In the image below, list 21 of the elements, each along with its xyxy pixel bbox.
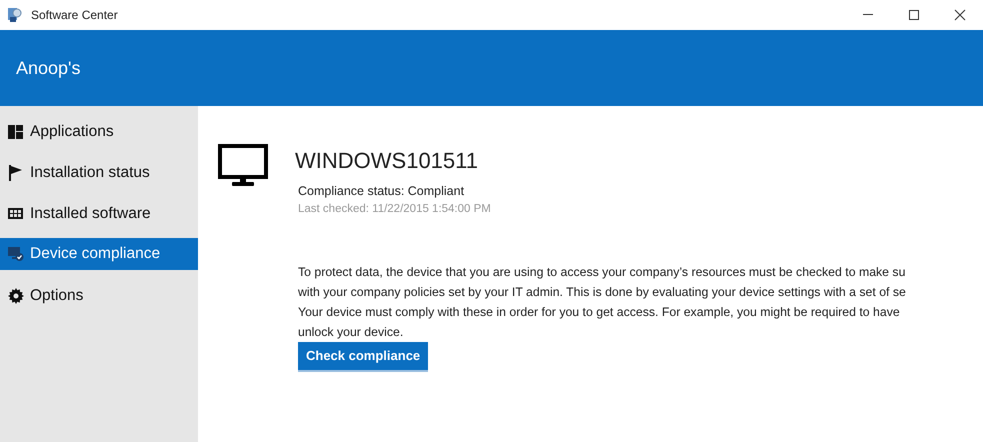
gear-icon xyxy=(8,288,24,304)
flag-icon xyxy=(8,164,24,180)
compliance-status: Compliance status: Compliant xyxy=(298,183,466,200)
check-compliance-button[interactable]: Check compliance xyxy=(298,342,428,370)
table-icon xyxy=(8,206,24,222)
sidebar-item[interactable]: Applications xyxy=(0,111,198,152)
last-checked: Last checked: 11/22/2015 1:54:00 PM xyxy=(298,202,492,217)
sidebar-item[interactable]: Device compliance xyxy=(0,238,198,270)
device-check-icon xyxy=(8,246,24,262)
grid-icon xyxy=(8,124,24,140)
device-name: WINDOWS101511 xyxy=(295,147,478,175)
description-paragraph: To protect data, the device that you are using to access your company’s resources must be checked to make su with your company policies set by your IT admin. This is done by evaluating your device settings with a set of se Your device must comply with these in order for you to get access. For example, you might be required to have unlock your device. xyxy=(298,264,907,341)
monitor-icon xyxy=(218,144,268,188)
app-icon xyxy=(7,7,23,23)
header-title: Anoop's xyxy=(16,56,80,80)
sidebar-item[interactable]: Installed software xyxy=(0,193,198,234)
maximize-icon xyxy=(908,9,920,21)
sidebar-item[interactable]: Installation status xyxy=(0,152,198,193)
window-title: Software Center xyxy=(31,7,118,24)
close-icon xyxy=(954,9,966,21)
sidebar-item[interactable]: Options xyxy=(0,275,198,316)
